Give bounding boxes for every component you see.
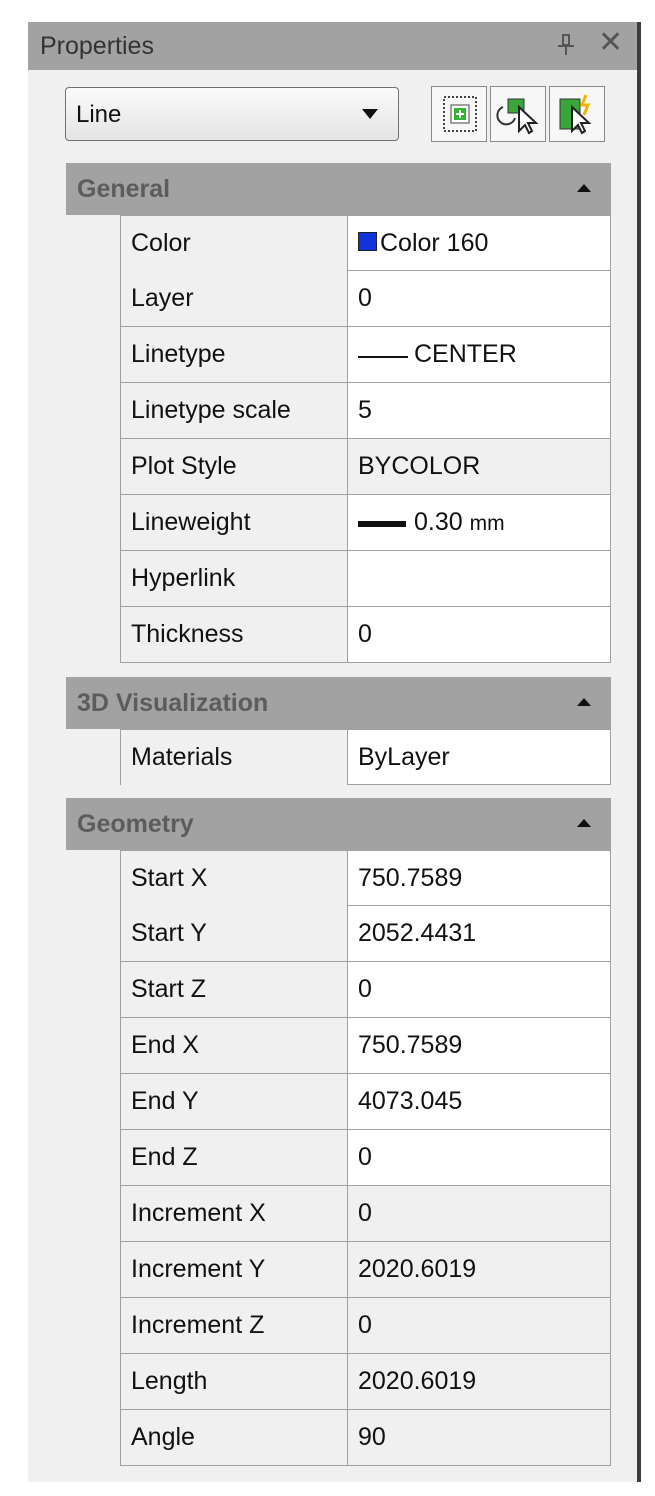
property-name: Start X <box>131 864 208 892</box>
object-type-dropdown[interactable]: Line <box>65 87 399 141</box>
property-value: 0 <box>358 620 372 648</box>
property-value: 750.7589 <box>358 1031 463 1059</box>
property-name: Linetype scale <box>131 396 291 424</box>
property-row-end-x[interactable]: End X 750.7589 <box>120 1018 611 1074</box>
property-value: 0 <box>358 975 372 1003</box>
property-row-color[interactable]: Color Color 160 <box>120 215 611 271</box>
property-row-materials[interactable]: Materials ByLayer <box>120 729 611 785</box>
property-row-thickness[interactable]: Thickness 0 <box>120 607 611 663</box>
property-value: 2020.6019 <box>358 1367 477 1395</box>
property-name: End X <box>131 1031 200 1059</box>
select-objects-icon <box>496 98 539 135</box>
property-row-hyperlink[interactable]: Hyperlink <box>120 551 611 607</box>
property-value: 2052.4431 <box>358 919 477 947</box>
property-row-increment-y[interactable]: Increment Y 2020.6019 <box>120 1242 611 1298</box>
property-name: Start Y <box>131 919 207 947</box>
pin-icon[interactable] <box>556 32 578 58</box>
panel-titlebar[interactable]: Properties ✕ <box>28 22 637 70</box>
property-row-increment-z[interactable]: Increment Z 0 <box>120 1298 611 1354</box>
property-name: Hyperlink <box>131 564 236 592</box>
general-rows: Color Color 160 Layer 0 Linetype CENTER … <box>120 215 611 663</box>
property-row-end-y[interactable]: End Y 4073.045 <box>120 1074 611 1130</box>
property-value: BYCOLOR <box>358 452 481 480</box>
section-general[interactable]: General <box>66 163 611 215</box>
lineweight-preview <box>358 521 406 527</box>
section-geometry-label: Geometry <box>77 810 194 838</box>
lineweight-number: 0.30 <box>414 508 463 536</box>
quick-select-button[interactable] <box>431 86 487 142</box>
visualization-rows: Materials ByLayer <box>120 729 611 785</box>
property-value: 5 <box>358 396 372 424</box>
section-geometry[interactable]: Geometry <box>66 798 611 850</box>
property-value: 750.7589 <box>358 864 463 892</box>
property-value: 0 <box>358 1311 372 1339</box>
property-value: 0 <box>358 1199 372 1227</box>
collapse-icon[interactable] <box>577 184 591 192</box>
property-value: 0 <box>358 1143 372 1171</box>
property-name: Increment Z <box>131 1311 265 1339</box>
property-row-start-z[interactable]: Start Z 0 <box>120 962 611 1018</box>
chevron-down-icon <box>362 109 378 119</box>
property-name: Lineweight <box>131 508 251 536</box>
geometry-rows: Start X 750.7589 Start Y 2052.4431 Start… <box>120 850 611 1466</box>
property-row-end-z[interactable]: End Z 0 <box>120 1130 611 1186</box>
property-value: Color 160 <box>380 229 489 257</box>
property-value: 4073.045 <box>358 1087 463 1115</box>
property-row-linetype[interactable]: Linetype CENTER <box>120 327 611 383</box>
property-name: Color <box>131 229 191 257</box>
property-name: Thickness <box>131 620 244 648</box>
property-row-linetype-scale[interactable]: Linetype scale 5 <box>120 383 611 439</box>
property-row-lineweight[interactable]: Lineweight 0.30 mm <box>120 495 611 551</box>
property-name: Increment X <box>131 1199 266 1227</box>
lineweight-unit: mm <box>469 512 505 535</box>
property-row-increment-x[interactable]: Increment X 0 <box>120 1186 611 1242</box>
property-name: Layer <box>131 284 194 312</box>
panel-title: Properties <box>40 32 154 60</box>
collapse-icon[interactable] <box>577 698 591 706</box>
property-value: 90 <box>358 1423 386 1451</box>
linetype-preview <box>358 356 408 358</box>
color-swatch <box>358 232 377 251</box>
property-name: Angle <box>131 1423 195 1451</box>
property-row-start-y[interactable]: Start Y 2052.4431 <box>120 906 611 962</box>
property-value: ByLayer <box>358 743 450 771</box>
property-name: End Z <box>131 1143 198 1171</box>
property-row-length[interactable]: Length 2020.6019 <box>120 1354 611 1410</box>
property-name: Plot Style <box>131 452 237 480</box>
property-name: Materials <box>131 743 233 771</box>
property-value: 2020.6019 <box>358 1255 477 1283</box>
property-value: 0.30 mm <box>414 508 505 537</box>
toggle-pickadd-button[interactable] <box>549 86 605 142</box>
object-type-value: Line <box>76 101 122 128</box>
section-3d-visualization-label: 3D Visualization <box>77 689 269 717</box>
property-row-angle[interactable]: Angle 90 <box>120 1410 611 1466</box>
section-general-label: General <box>77 175 171 203</box>
property-row-layer[interactable]: Layer 0 <box>120 271 611 327</box>
property-name: Increment Y <box>131 1255 266 1283</box>
property-name: Start Z <box>131 975 207 1003</box>
properties-panel: Properties ✕ Line General Color Color 16… <box>28 22 637 1482</box>
panel-right-border <box>637 22 641 1482</box>
close-icon[interactable]: ✕ <box>598 28 623 58</box>
property-value: CENTER <box>414 340 517 368</box>
property-name: End Y <box>131 1087 199 1115</box>
property-name: Linetype <box>131 340 226 368</box>
collapse-icon[interactable] <box>577 819 591 827</box>
quick-select-icon <box>443 96 477 132</box>
toggle-pickadd-icon <box>559 94 592 135</box>
property-row-plot-style[interactable]: Plot Style BYCOLOR <box>120 439 611 495</box>
property-name: Length <box>131 1367 208 1395</box>
property-value: 0 <box>358 284 372 312</box>
select-objects-button[interactable] <box>490 86 546 142</box>
property-row-start-x[interactable]: Start X 750.7589 <box>120 850 611 906</box>
section-3d-visualization[interactable]: 3D Visualization <box>66 677 611 729</box>
